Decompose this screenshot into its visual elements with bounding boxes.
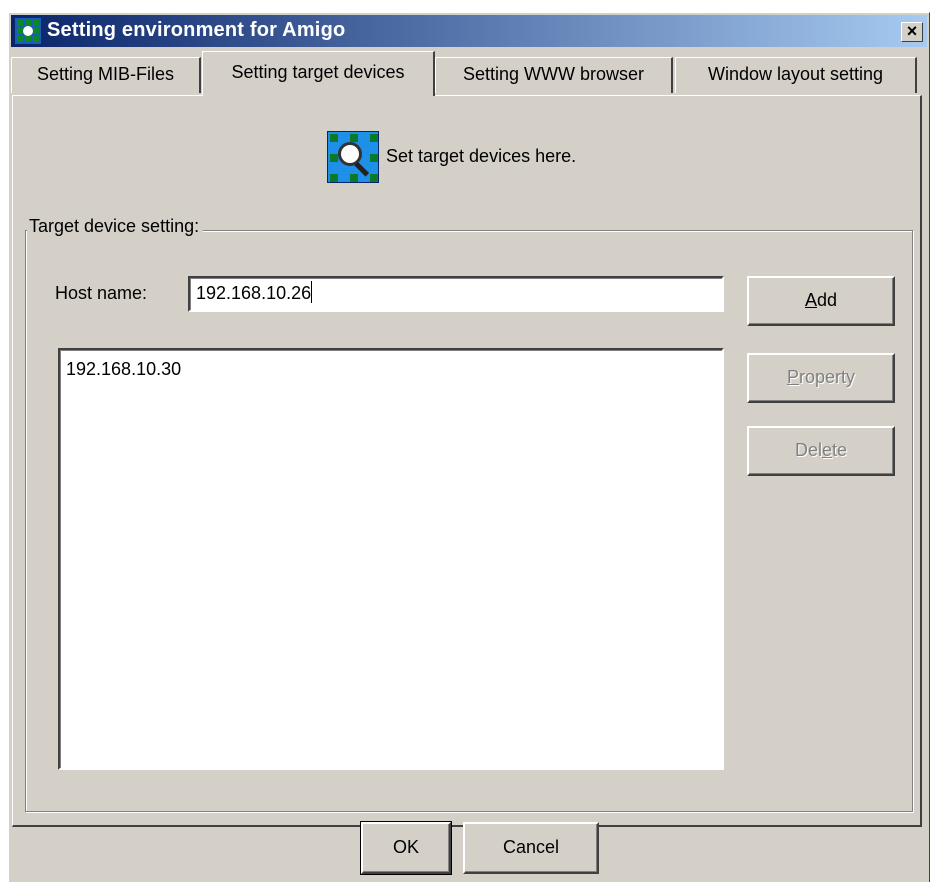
add-button-label-post: dd <box>816 290 838 310</box>
close-icon: × <box>906 21 918 41</box>
dialog-window: Setting environment for Amigo × Setting … <box>8 12 930 882</box>
device-list[interactable]: 192.168.10.30 <box>58 348 724 770</box>
host-name-value: 192.168.10.26 <box>196 283 312 303</box>
close-button[interactable]: × <box>901 22 923 42</box>
add-button[interactable]: Add <box>747 276 895 326</box>
delete-button-label-post: te <box>832 440 848 460</box>
device-search-icon <box>327 131 379 183</box>
host-name-input[interactable]: 192.168.10.26 <box>188 276 724 312</box>
list-item[interactable]: 192.168.10.30 <box>66 359 181 380</box>
add-button-accesskey: A <box>804 290 817 310</box>
delete-button-accesskey: e <box>821 440 832 460</box>
network-grid-icon <box>15 18 41 44</box>
property-button-accesskey: P <box>786 367 799 387</box>
text-caret <box>311 281 313 303</box>
window-title: Setting environment for Amigo <box>47 19 346 41</box>
tab-panel: Set target devices here. Target device s… <box>12 95 922 827</box>
tab-setting-www-browser[interactable]: Setting WWW browser <box>435 57 673 93</box>
property-button-label-post: roperty <box>798 367 856 387</box>
banner-text: Set target devices here. <box>386 146 577 166</box>
cancel-button[interactable]: Cancel <box>463 822 599 874</box>
property-button[interactable]: Property <box>747 353 895 403</box>
delete-button-label-pre: Del <box>794 440 822 460</box>
group-legend: Target device setting: <box>27 216 204 237</box>
delete-button[interactable]: Delete <box>747 426 895 476</box>
ok-button[interactable]: OK <box>360 821 452 875</box>
tab-setting-target-devices[interactable]: Setting target devices <box>202 51 435 96</box>
tab-setting-mib-files[interactable]: Setting MIB-Files <box>11 57 201 93</box>
title-bar[interactable]: Setting environment for Amigo × <box>11 15 927 47</box>
tab-window-layout-setting[interactable]: Window layout setting <box>675 57 917 93</box>
host-name-label: Host name: <box>55 283 148 303</box>
